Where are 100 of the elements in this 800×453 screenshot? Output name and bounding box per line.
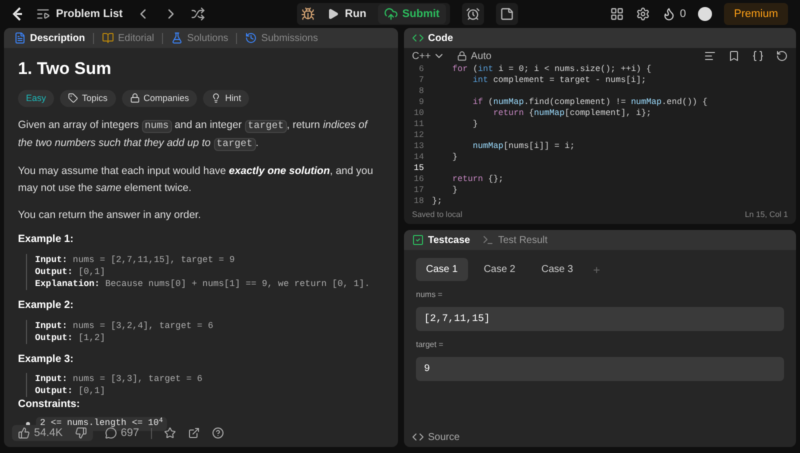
line-number: 6 bbox=[418, 64, 425, 75]
document-icon bbox=[14, 32, 26, 44]
lock-icon bbox=[130, 93, 140, 104]
panel-tab[interactable]: Description bbox=[12, 30, 88, 46]
bug-icon bbox=[300, 7, 315, 21]
layout-icon bbox=[610, 7, 624, 21]
help-button[interactable] bbox=[212, 427, 224, 439]
lightbulb-icon bbox=[211, 93, 222, 104]
tag-button[interactable]: Hint bbox=[203, 90, 250, 107]
code-icon bbox=[412, 431, 424, 443]
tag-icon bbox=[68, 93, 78, 104]
tag-button[interactable]: Companies bbox=[122, 90, 198, 107]
premium-button[interactable]: Premium bbox=[724, 3, 788, 25]
thumbs-down-icon bbox=[74, 427, 87, 439]
line-number: 8 bbox=[418, 86, 425, 97]
flame-icon bbox=[662, 7, 676, 21]
problem-title: 1. Two Sum bbox=[18, 58, 112, 80]
run-button[interactable]: Run bbox=[318, 6, 374, 22]
panel-tab[interactable]: Submissions bbox=[243, 30, 320, 46]
favorite-button[interactable] bbox=[164, 427, 176, 439]
difficulty-tag: Easy bbox=[18, 90, 54, 107]
code-line: } bbox=[472, 119, 478, 130]
panel-tab[interactable]: Test Result bbox=[482, 232, 548, 248]
input-field[interactable]: 9 bbox=[416, 357, 784, 381]
share-button[interactable] bbox=[188, 427, 200, 439]
list-icon bbox=[36, 7, 50, 21]
checkbox-icon bbox=[412, 234, 424, 246]
example-title: Example 2: bbox=[18, 298, 74, 313]
line-number: 11 bbox=[412, 119, 425, 130]
input-label: target = bbox=[416, 339, 444, 351]
line-number: 15 bbox=[412, 163, 425, 174]
timer-button[interactable] bbox=[462, 3, 484, 25]
avatar[interactable] bbox=[698, 7, 712, 21]
book-icon bbox=[102, 32, 114, 44]
source-button[interactable]: Source bbox=[404, 427, 796, 447]
submit-button[interactable]: Submit bbox=[378, 4, 446, 24]
play-icon bbox=[326, 8, 339, 20]
cursor-position: Ln 15, Col 1 bbox=[744, 209, 788, 221]
example-line: Input: nums = [2,7,11,15], target = 9 bbox=[35, 254, 235, 266]
panel-tab[interactable]: Testcase bbox=[412, 232, 470, 248]
case-tab[interactable]: Case 2 bbox=[474, 258, 526, 281]
code-line: }; bbox=[432, 196, 442, 207]
input-label: nums = bbox=[416, 289, 444, 301]
history-icon bbox=[245, 32, 258, 44]
description-paragraph: You may assume that each input would have exactly one solution, and you may not use the same element twice. bbox=[18, 164, 374, 196]
line-number: 16 bbox=[412, 174, 425, 185]
code-line: return {numMap[complement], i}; bbox=[492, 108, 652, 119]
description-paragraph: You can return the answer in any order. bbox=[18, 208, 202, 223]
shuffle-icon bbox=[190, 7, 205, 21]
case-tab[interactable]: Case 1 bbox=[416, 258, 468, 281]
format-icon bbox=[704, 50, 716, 62]
code-line: if (numMap.find(complement) != numMap.end()) { bbox=[472, 97, 708, 108]
line-number: 18 bbox=[412, 196, 425, 207]
language-dropdown[interactable]: C++ bbox=[412, 48, 445, 64]
panel-tab[interactable]: Solutions bbox=[169, 30, 230, 46]
save-status: Saved to local bbox=[412, 209, 462, 221]
example-title: Example 3: bbox=[18, 352, 74, 366]
settings-icon bbox=[636, 7, 650, 21]
cloud-upload-icon bbox=[384, 7, 398, 21]
line-number: 7 bbox=[418, 75, 425, 86]
streak-button[interactable]: 0 bbox=[662, 6, 686, 22]
description-paragraph: Given an array of integers nums and an integer target , return indices of the two numbers such that they add up to target . bbox=[18, 118, 370, 153]
code-line: numMap[nums[i]] = i; bbox=[472, 141, 575, 152]
tag-button[interactable]: Topics bbox=[60, 90, 116, 107]
code-line: return {}; bbox=[451, 174, 504, 185]
example-line: Output: [0,1] bbox=[35, 266, 106, 278]
alarm-clock-icon bbox=[466, 7, 480, 21]
terminal-icon bbox=[482, 234, 494, 246]
code-line: int complement = target - nums[i]; bbox=[472, 75, 646, 86]
case-tab[interactable]: Case 3 bbox=[531, 258, 584, 281]
bookmark-icon bbox=[728, 50, 740, 62]
panel-tab[interactable]: Editorial bbox=[100, 30, 156, 46]
code-icon bbox=[412, 32, 424, 44]
notes-button[interactable] bbox=[496, 3, 518, 25]
share-icon bbox=[188, 427, 200, 439]
line-number: 9 bbox=[418, 97, 425, 108]
help-icon bbox=[212, 427, 224, 439]
example-line: Input: nums = [3,2,4], target = 6 bbox=[35, 320, 214, 332]
braces-icon bbox=[752, 50, 764, 62]
line-number: 13 bbox=[412, 141, 425, 152]
code-line: } bbox=[451, 152, 458, 163]
reset-icon bbox=[776, 50, 788, 62]
constraints-title: Constraints: bbox=[18, 397, 81, 412]
example-line: Input: nums = [3,3], target = 6 bbox=[35, 373, 202, 386]
problem-list-button[interactable]: Problem List bbox=[36, 6, 123, 22]
note-icon bbox=[500, 7, 514, 21]
lock-icon bbox=[456, 51, 467, 61]
line-number: 12 bbox=[412, 130, 425, 141]
code-line: for (int i = 0; i < nums.size(); ++i) { bbox=[451, 64, 652, 75]
star-icon bbox=[164, 427, 176, 439]
flask-icon bbox=[171, 32, 184, 44]
example-line: Explanation: Because nums[0] + nums[1] == 9, we return [0, 1]. bbox=[35, 278, 370, 290]
line-number: 14 bbox=[412, 152, 425, 163]
code-line: } bbox=[451, 185, 458, 196]
input-field[interactable]: [2,7,11,15] bbox=[416, 307, 784, 331]
panel-title: Code bbox=[428, 32, 453, 46]
example-title: Example 1: bbox=[18, 232, 74, 247]
auto-mode[interactable]: Auto bbox=[456, 48, 492, 64]
comment-icon bbox=[104, 427, 117, 439]
line-number: 10 bbox=[412, 108, 425, 119]
